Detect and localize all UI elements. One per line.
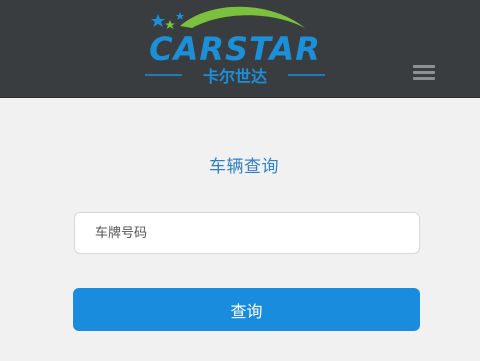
page-title: 车辆查询 — [209, 157, 279, 177]
license-plate-input[interactable] — [74, 212, 420, 254]
hamburger-menu-icon[interactable] — [413, 65, 435, 81]
carstar-logo[interactable]: CARSTAR 卡尔世达 — [140, 2, 330, 92]
svg-text:CARSTAR: CARSTAR — [149, 30, 321, 68]
top-header: CARSTAR 卡尔世达 — [0, 0, 480, 98]
query-button[interactable]: 查询 — [73, 288, 420, 331]
svg-text:卡尔世达: 卡尔世达 — [203, 67, 267, 86]
